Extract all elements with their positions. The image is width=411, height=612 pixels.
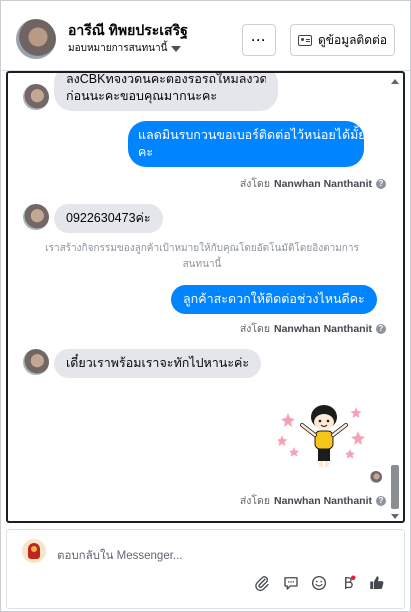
scroll-up-arrow-icon[interactable] bbox=[391, 79, 399, 84]
page-avatar bbox=[22, 539, 46, 563]
sent-by-prefix: ส่งโดย bbox=[239, 178, 270, 190]
sent-by-label: ส่งโดย Nanwhan Nanthanit ? bbox=[240, 492, 386, 509]
message-text: 0922630473ค่ะ bbox=[66, 211, 151, 225]
conversation-header: อารีณี ทิพยประเสริฐ มอบหมายการสนทนานี้ ·… bbox=[1, 1, 410, 71]
system-notice-line: สนทนานี้ bbox=[182, 259, 222, 270]
contact-avatar[interactable] bbox=[16, 19, 56, 59]
reply-composer: ตอบกลับใน Messenger... bbox=[6, 529, 405, 609]
speech-bubble-icon[interactable] bbox=[281, 573, 301, 593]
message-text: เดี๋ยวเราพร้อมเราจะทักไปหานะค่ะ bbox=[66, 356, 250, 370]
incoming-message[interactable]: เดี๋ยวเราพร้อมเราจะทักไปหานะค่ะ bbox=[54, 349, 262, 378]
message-line: คะ bbox=[138, 145, 154, 159]
system-notice-line: เราสร้างกิจกรรมของลูกค้าเป้าหมายให้กับคุ… bbox=[45, 243, 359, 254]
sent-by-label: ส่งโดย Nanwhan Nanthanit ? bbox=[240, 320, 386, 337]
message-text: ลูกค้าสะดวกให้ติดต่อช่วงไหนดีคะ bbox=[183, 292, 365, 306]
smiley-icon[interactable] bbox=[309, 573, 329, 593]
sent-by-prefix: ส่งโดย bbox=[239, 495, 270, 507]
scrollbar-thumb[interactable] bbox=[391, 465, 399, 509]
message-line: ลงCBKทจงวดนคะตองรอรถใหมลงวด bbox=[66, 72, 266, 86]
thread-scrollbar[interactable] bbox=[389, 77, 401, 521]
contact-name[interactable]: อารีณี ทิพยประเสริฐ bbox=[68, 20, 188, 42]
message-line: แลดมินรบกวนขอเบอร์ติดต่อไว้หน่อยได้มั้ย bbox=[138, 128, 366, 142]
system-notice: เราสร้างกิจกรรมของลูกค้าเป้าหมายให้กับคุ… bbox=[32, 241, 372, 273]
sent-by-name: Nanwhan Nanthanit bbox=[273, 494, 372, 507]
sent-by-name: Nanwhan Nanthanit bbox=[273, 177, 372, 190]
view-contact-button[interactable]: ดูข้อมูลติดต่อ bbox=[290, 24, 395, 56]
thumbs-up-icon[interactable] bbox=[367, 573, 387, 593]
message-line: ก่อนนะคะขอบคุณมากนะคะ bbox=[66, 89, 218, 103]
help-icon[interactable]: ? bbox=[376, 495, 386, 506]
incoming-message[interactable]: 0922630473ค่ะ bbox=[54, 204, 163, 233]
sent-by-name: Nanwhan Nanthanit bbox=[273, 322, 372, 335]
help-icon[interactable]: ? bbox=[376, 178, 386, 189]
sender-avatar bbox=[23, 204, 49, 230]
assign-label: มอบหมายการสนทนานี้ bbox=[68, 43, 168, 54]
waving-girl-sticker[interactable] bbox=[278, 395, 370, 475]
outgoing-message[interactable]: แลดมินรบกวนขอเบอร์ติดต่อไว้หน่อยได้มั้ย … bbox=[128, 121, 366, 167]
assign-conversation-dropdown[interactable]: มอบหมายการสนทนานี้ bbox=[68, 41, 182, 56]
view-contact-label: ดูข้อมูลติดต่อ bbox=[317, 32, 388, 47]
help-icon[interactable]: ? bbox=[376, 323, 386, 334]
more-options-button[interactable]: ··· bbox=[242, 24, 276, 56]
scroll-down-arrow-icon[interactable] bbox=[391, 514, 399, 519]
reply-input[interactable]: ตอบกลับใน Messenger... bbox=[57, 547, 183, 565]
incoming-message[interactable]: ลงCBKทจงวดนคะตองรอรถใหมลงวด ก่อนนะคะขอบค… bbox=[54, 72, 278, 111]
contact-card-icon bbox=[297, 34, 312, 46]
sent-by-prefix: ส่งโดย bbox=[239, 323, 270, 335]
sender-avatar bbox=[23, 84, 49, 110]
seen-by-avatar bbox=[370, 471, 382, 483]
outgoing-message[interactable]: ลูกค้าสะดวกให้ติดต่อช่วงไหนดีคะ bbox=[171, 285, 377, 314]
sent-by-label: ส่งโดย Nanwhan Nanthanit ? bbox=[240, 175, 386, 192]
sender-avatar bbox=[23, 349, 49, 375]
inbox-conversation-panel: อารีณี ทิพยประเสริฐ มอบหมายการสนทนานี้ ·… bbox=[0, 0, 411, 612]
paperclip-icon[interactable] bbox=[252, 573, 272, 593]
beta-badge-icon[interactable] bbox=[338, 573, 358, 593]
caret-down-icon bbox=[171, 45, 182, 52]
message-thread[interactable]: ลงCBKทจงวดนคะตองรอรถใหมลงวด ก่อนนะคะขอบค… bbox=[6, 71, 405, 523]
